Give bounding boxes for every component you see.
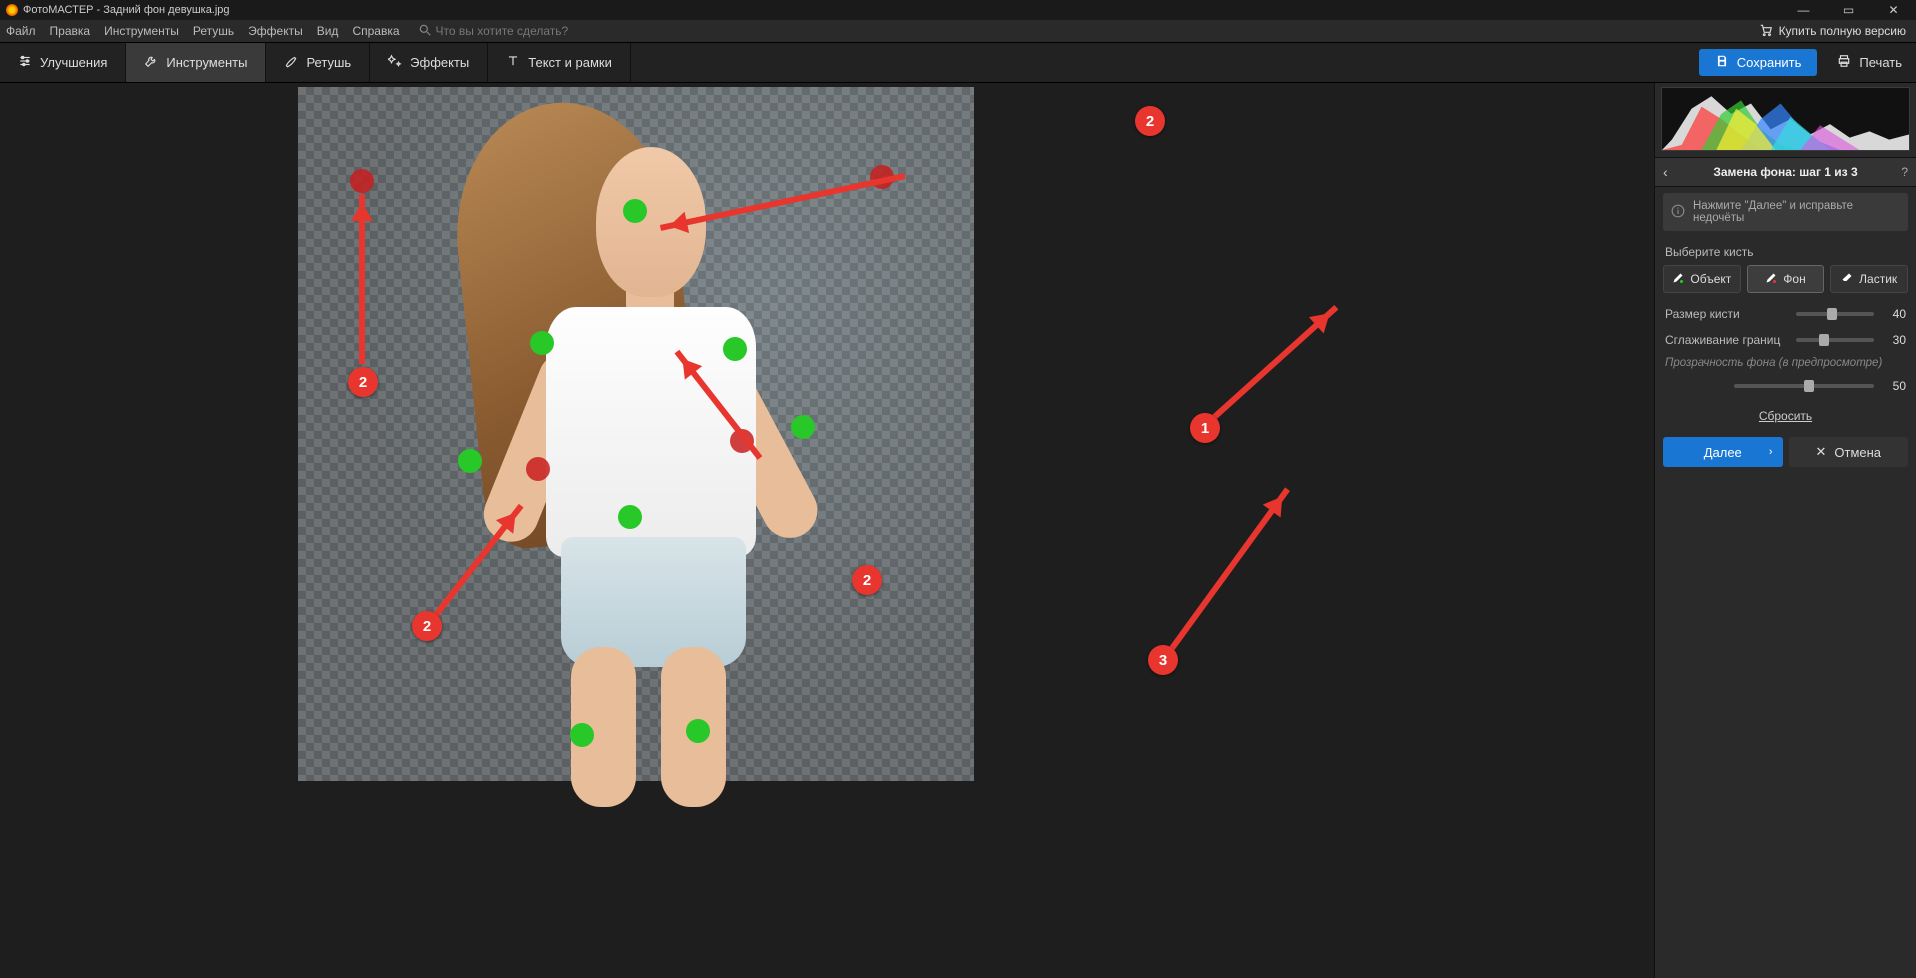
window-title-bar: ФотоМАСТЕР - Задний фон девушка.jpg — ▭ … — [0, 0, 1916, 20]
slider-value: 50 — [1884, 379, 1906, 393]
canvas-area[interactable]: 2 2 2 2 1 3 — [0, 83, 1654, 978]
menu-edit[interactable]: Правка — [50, 24, 91, 38]
brush-background-button[interactable]: Фон — [1747, 265, 1825, 293]
tab-tools[interactable]: Инструменты — [126, 43, 266, 82]
print-label: Печать — [1859, 55, 1902, 70]
window-minimize-button[interactable]: — — [1781, 0, 1826, 20]
info-hint: Нажмите "Далее" и исправьте недочёты — [1663, 193, 1908, 231]
annotation-badge-2: 2 — [412, 611, 442, 641]
tab-label: Инструменты — [166, 55, 247, 70]
side-panel: ‹ Замена фона: шаг 1 из 3 ? Нажмите "Дал… — [1654, 83, 1916, 978]
background-marker[interactable] — [526, 457, 550, 481]
subject-figure — [426, 87, 846, 781]
buy-full-label: Купить полную версию — [1779, 24, 1906, 38]
sliders-icon — [18, 54, 32, 71]
menu-search-placeholder: Что вы хотите сделать? — [436, 24, 569, 38]
brush-size-slider[interactable]: Размер кисти 40 — [1665, 307, 1906, 321]
help-button[interactable]: ? — [1890, 165, 1908, 179]
window-title: ФотоМАСТЕР - Задний фон девушка.jpg — [23, 4, 230, 16]
close-icon: ✕ — [1815, 444, 1826, 460]
menu-effects[interactable]: Эффекты — [248, 24, 303, 38]
tab-label: Улучшения — [40, 55, 107, 70]
save-icon — [1715, 54, 1729, 71]
search-icon — [418, 23, 432, 40]
slider-value: 40 — [1884, 307, 1906, 321]
buy-full-version-button[interactable]: Купить полную версию — [1759, 23, 1906, 40]
eraser-icon — [1841, 272, 1853, 287]
wrench-icon — [144, 54, 158, 71]
chevron-right-icon: › — [1769, 446, 1773, 458]
choose-brush-label: Выберите кисть — [1665, 245, 1906, 259]
object-marker[interactable] — [686, 719, 710, 743]
tab-label: Ретушь — [306, 55, 351, 70]
tab-effects[interactable]: Эффекты — [370, 43, 488, 82]
tab-text-frames[interactable]: Текст и рамки — [488, 43, 631, 82]
object-marker[interactable] — [458, 449, 482, 473]
sparkle-icon — [388, 54, 402, 71]
save-button[interactable]: Сохранить — [1699, 49, 1818, 76]
object-marker[interactable] — [623, 199, 647, 223]
menu-view[interactable]: Вид — [317, 24, 339, 38]
cart-icon — [1759, 23, 1773, 40]
slider-value: 30 — [1884, 333, 1906, 347]
back-button[interactable]: ‹ — [1663, 164, 1681, 180]
tool-bar: Улучшения Инструменты Ретушь Эффекты Тек… — [0, 43, 1916, 83]
window-maximize-button[interactable]: ▭ — [1826, 0, 1871, 20]
object-marker[interactable] — [530, 331, 554, 355]
opacity-hint: Прозрачность фона (в предпросмотре) — [1665, 357, 1906, 369]
tab-label: Эффекты — [410, 55, 469, 70]
panel-header: ‹ Замена фона: шаг 1 из 3 ? — [1655, 157, 1916, 187]
brush-eraser-button[interactable]: Ластик — [1830, 265, 1908, 293]
object-marker[interactable] — [570, 723, 594, 747]
menu-help[interactable]: Справка — [352, 24, 399, 38]
object-marker[interactable] — [618, 505, 642, 529]
object-brush-icon — [1672, 272, 1684, 287]
brush-label: Фон — [1783, 272, 1805, 286]
window-close-button[interactable]: ✕ — [1871, 0, 1916, 20]
object-marker[interactable] — [791, 415, 815, 439]
app-icon — [6, 4, 18, 16]
save-label: Сохранить — [1737, 55, 1802, 70]
background-marker[interactable] — [350, 169, 374, 193]
info-icon — [1671, 204, 1685, 221]
menu-tools[interactable]: Инструменты — [104, 24, 179, 38]
menu-retouch[interactable]: Ретушь — [193, 24, 234, 38]
histogram[interactable] — [1661, 87, 1910, 151]
slider-label: Размер кисти — [1665, 307, 1796, 321]
brush-icon — [284, 54, 298, 71]
reset-link[interactable]: Сбросить — [1655, 409, 1916, 423]
text-icon — [506, 54, 520, 71]
menu-bar: Файл Правка Инструменты Ретушь Эффекты В… — [0, 20, 1916, 43]
annotation-arrow — [359, 194, 365, 364]
tab-retouch[interactable]: Ретушь — [266, 43, 370, 82]
next-label: Далее — [1704, 445, 1742, 460]
annotation-arrow — [1168, 487, 1290, 652]
brush-object-button[interactable]: Объект — [1663, 265, 1741, 293]
bg-opacity-slider[interactable]: 50 — [1665, 379, 1906, 393]
annotation-arrow — [1208, 305, 1338, 423]
print-button[interactable]: Печать — [1823, 43, 1916, 82]
slider-label: Сглаживание границ — [1665, 333, 1796, 347]
bg-brush-icon — [1765, 272, 1777, 287]
cancel-label: Отмена — [1834, 445, 1881, 460]
object-marker[interactable] — [723, 337, 747, 361]
menu-file[interactable]: Файл — [6, 24, 36, 38]
panel-title: Замена фона: шаг 1 из 3 — [1681, 165, 1890, 179]
tab-label: Текст и рамки — [528, 55, 612, 70]
next-button[interactable]: Далее › — [1663, 437, 1783, 467]
annotation-badge-2: 2 — [1135, 106, 1165, 136]
annotation-badge-1: 1 — [1190, 413, 1220, 443]
image-canvas[interactable] — [298, 87, 974, 781]
tab-enhancements[interactable]: Улучшения — [0, 43, 126, 82]
brush-label: Объект — [1690, 272, 1731, 286]
brush-label: Ластик — [1859, 272, 1897, 286]
annotation-badge-2: 2 — [852, 565, 882, 595]
annotation-badge-3: 3 — [1148, 645, 1178, 675]
annotation-badge-2: 2 — [348, 367, 378, 397]
edge-smooth-slider[interactable]: Сглаживание границ 30 — [1665, 333, 1906, 347]
info-text: Нажмите "Далее" и исправьте недочёты — [1693, 200, 1900, 224]
cancel-button[interactable]: ✕ Отмена — [1789, 437, 1909, 467]
menu-search[interactable]: Что вы хотите сделать? — [418, 23, 569, 40]
print-icon — [1837, 54, 1851, 71]
